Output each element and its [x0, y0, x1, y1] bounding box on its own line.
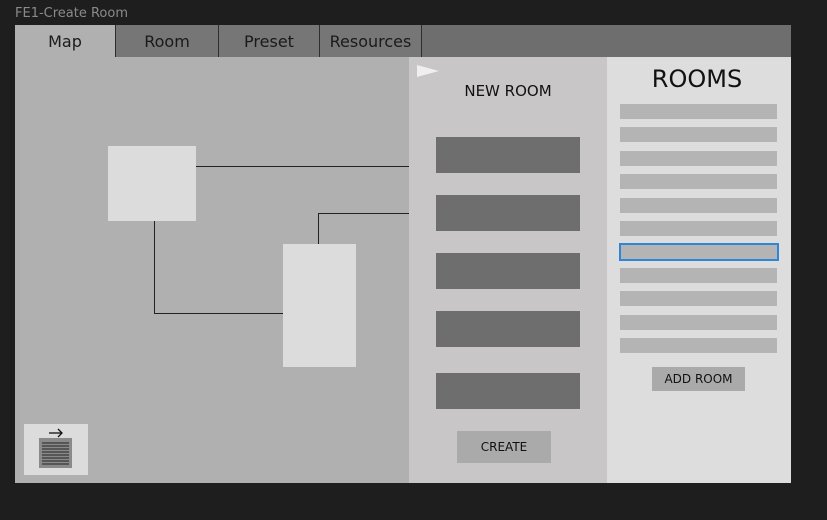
room-list-item[interactable]: [620, 174, 777, 189]
room-field-4[interactable]: [436, 311, 580, 347]
room-list-item[interactable]: [620, 291, 777, 306]
room-list-item[interactable]: [620, 338, 777, 353]
tab-room[interactable]: Room: [116, 25, 219, 57]
room-field-2[interactable]: [436, 195, 580, 231]
room-field-3[interactable]: [436, 253, 580, 289]
rooms-panel: ROOMS ADD ROOM: [607, 57, 791, 483]
room-list-item[interactable]: [620, 151, 777, 166]
room-field-1[interactable]: [436, 137, 580, 173]
document-arrow-icon: [39, 428, 72, 468]
document-button[interactable]: [24, 424, 88, 475]
connector-line: [154, 221, 155, 314]
add-room-button[interactable]: ADD ROOM: [652, 367, 745, 391]
room-field-5[interactable]: [436, 373, 580, 409]
new-room-title: NEW ROOM: [464, 82, 552, 100]
tab-preset[interactable]: Preset: [219, 25, 320, 57]
room-list-item[interactable]: [620, 127, 777, 142]
connector-line: [154, 313, 283, 314]
room-list-item-selected[interactable]: [619, 243, 779, 261]
map-room-node[interactable]: [283, 244, 356, 367]
connector-line: [196, 166, 409, 167]
app-window: Map Room Preset Resources NEW ROOM CREAT…: [15, 25, 791, 483]
room-list-item[interactable]: [620, 268, 777, 283]
room-list-item[interactable]: [620, 104, 777, 119]
connector-line: [318, 213, 319, 244]
room-list-item[interactable]: [620, 221, 777, 236]
map-canvas[interactable]: [15, 57, 409, 483]
tab-map[interactable]: Map: [15, 25, 116, 57]
map-room-node[interactable]: [108, 146, 196, 221]
tab-bar: Map Room Preset Resources: [15, 25, 791, 57]
create-button[interactable]: CREATE: [457, 431, 551, 463]
room-list-item[interactable]: [620, 198, 777, 213]
tab-resources[interactable]: Resources: [320, 25, 422, 57]
frame-title: FE1-Create Room: [15, 6, 129, 21]
connector-line: [318, 213, 409, 214]
collapse-arrow-icon[interactable]: [417, 65, 441, 81]
rooms-title: ROOMS: [651, 65, 743, 93]
room-list-item[interactable]: [620, 315, 777, 330]
new-room-panel: NEW ROOM CREATE: [409, 57, 607, 483]
